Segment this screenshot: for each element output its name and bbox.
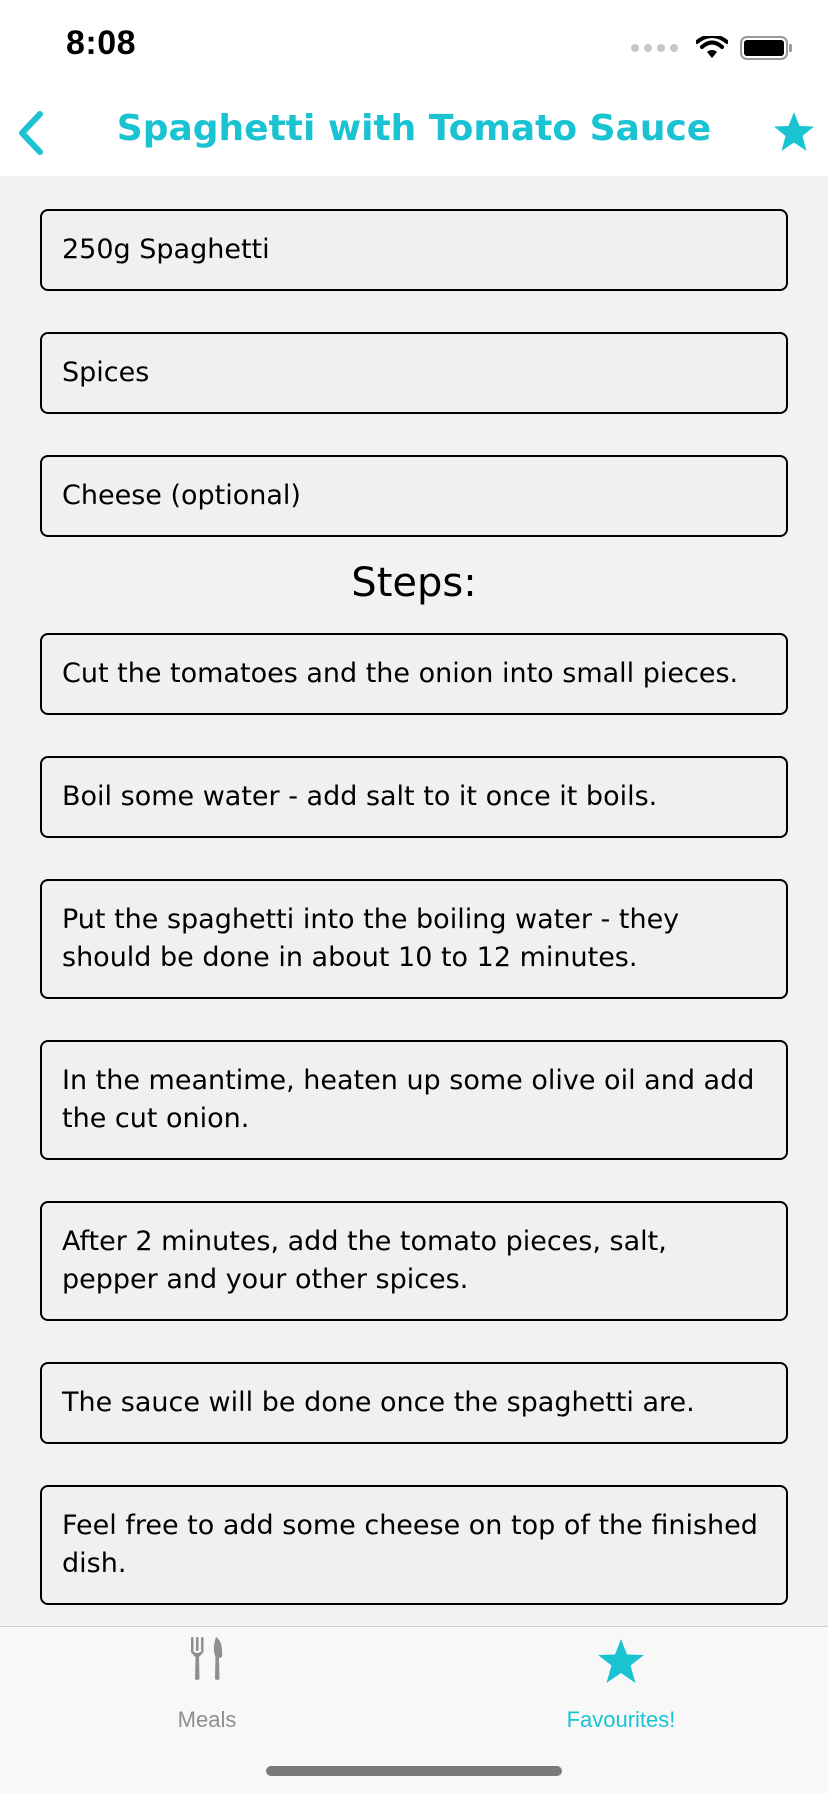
step-text: Feel free to add some cheese on top of t… bbox=[62, 1510, 758, 1579]
battery-icon bbox=[740, 36, 792, 60]
step-text: Put the spaghetti into the boiling water… bbox=[62, 904, 680, 973]
tab-label: Meals bbox=[177, 1707, 237, 1732]
step-item: Put the spaghetti into the boiling water… bbox=[40, 879, 788, 999]
step-item: The sauce will be done once the spaghett… bbox=[40, 1362, 788, 1444]
recipe-content[interactable]: 250g Spaghetti Spices Cheese (optional) … bbox=[0, 176, 828, 1626]
cellular-signal-icon bbox=[631, 44, 678, 52]
ingredient-item: Cheese (optional) bbox=[40, 455, 788, 537]
status-time: 8:08 bbox=[66, 24, 137, 62]
favorite-star-icon[interactable] bbox=[772, 110, 816, 154]
step-text: Boil some water - add salt to it once it… bbox=[62, 781, 658, 812]
step-text: After 2 minutes, add the tomato pieces, … bbox=[62, 1226, 667, 1295]
status-icons bbox=[631, 36, 794, 60]
ingredient-text: 250g Spaghetti bbox=[62, 234, 270, 265]
tab-label: Favourites! bbox=[566, 1707, 676, 1732]
ingredient-text: Cheese (optional) bbox=[62, 480, 301, 511]
step-item: After 2 minutes, add the tomato pieces, … bbox=[40, 1201, 788, 1321]
home-indicator[interactable] bbox=[266, 1766, 562, 1776]
step-text: In the meantime, heaten up some olive oi… bbox=[62, 1065, 755, 1134]
status-bar: 8:08 bbox=[0, 0, 828, 96]
tab-meals[interactable]: Meals bbox=[0, 1627, 414, 1737]
ingredient-text: Spices bbox=[62, 357, 150, 388]
tab-favourites[interactable]: Favourites! bbox=[414, 1627, 828, 1737]
page-title: Spaghetti with Tomato Sauce bbox=[116, 108, 712, 149]
step-item: Boil some water - add salt to it once it… bbox=[40, 756, 788, 838]
step-item: Cut the tomatoes and the onion into smal… bbox=[40, 633, 788, 715]
step-text: The sauce will be done once the spaghett… bbox=[62, 1387, 695, 1418]
navigation-bar: Spaghetti with Tomato Sauce bbox=[0, 96, 828, 176]
steps-heading: Steps: bbox=[351, 560, 477, 606]
step-item: Feel free to add some cheese on top of t… bbox=[40, 1485, 788, 1605]
wifi-icon bbox=[696, 36, 728, 58]
star-icon bbox=[598, 1639, 644, 1683]
step-item: In the meantime, heaten up some olive oi… bbox=[40, 1040, 788, 1160]
ingredient-item: 250g Spaghetti bbox=[40, 209, 788, 291]
fork-knife-icon bbox=[191, 1637, 223, 1680]
step-text: Cut the tomatoes and the onion into smal… bbox=[62, 658, 739, 689]
ingredient-item: Spices bbox=[40, 332, 788, 414]
